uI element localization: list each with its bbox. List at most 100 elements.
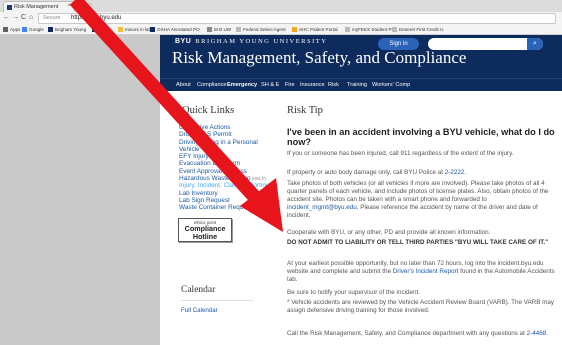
nav-item[interactable]: Training xyxy=(347,82,367,88)
tip-text: Take photos of both vehicles (or all veh… xyxy=(287,180,549,203)
url-field[interactable]: Secure https://risk.byu.edu xyxy=(38,13,556,24)
help-tag: (HELP) xyxy=(250,176,267,182)
bookmark-favicon-icon xyxy=(48,27,53,32)
bookmark-favicon-icon xyxy=(92,27,97,32)
police-phone-link[interactable]: 2-2222 xyxy=(445,169,465,176)
bookmark-favicon-icon xyxy=(3,27,8,32)
sidebar: Quick Links Corrective Actions Drone/UAS … xyxy=(160,35,290,345)
quick-link-label: Event Approval Process xyxy=(179,167,247,175)
quick-link[interactable]: EFY Injury xyxy=(179,153,289,160)
divider xyxy=(181,300,253,301)
tip-text: . xyxy=(464,169,467,176)
bookmark-favicon-icon xyxy=(118,27,123,32)
bookmark-label: SHC Patient Portal xyxy=(299,27,338,32)
bookmark-item[interactable]: Deseret First Credit U xyxy=(392,27,443,32)
drivers-incident-report-link[interactable]: Driver's Incident Report xyxy=(393,268,459,275)
home-icon[interactable]: ⌂ xyxy=(29,14,33,21)
magnifier-icon[interactable]: ⌕ xyxy=(527,38,543,50)
secure-label: Secure xyxy=(43,15,61,21)
quick-link[interactable]: Hazardous Waste Pickup (HELP) xyxy=(179,175,289,182)
tab-title: Risk Management xyxy=(14,4,59,10)
quick-link[interactable]: Injury, Incident, Claim Reporting xyxy=(179,182,289,189)
calendar-heading: Calendar xyxy=(181,285,216,295)
bookmark-item[interactable]: Brigham Young xyxy=(48,27,86,32)
byu-risk-site: BYU BRIGHAM YOUNG UNIVERSITY Sign in ⌕ Ri… xyxy=(160,35,562,345)
bookmark-item[interactable]: yteam xyxy=(92,27,112,32)
bookmark-item[interactable]: minors in labs xyxy=(118,27,153,32)
quick-link[interactable]: Waste Container Request xyxy=(179,204,289,211)
tip-warning: DO NOT ADMIT TO LIABILITY OR TELL THIRD … xyxy=(287,239,549,246)
bookmark-label: Google xyxy=(29,27,44,32)
incident-email-link[interactable]: incident_mgmt@byu.edu xyxy=(287,204,357,211)
bookmark-favicon-icon xyxy=(22,27,27,32)
bookmarks-bar: Apps Google Brigham Young yteam minors in la… xyxy=(0,25,562,35)
quick-links-heading: Quick Links xyxy=(182,105,235,116)
close-tab-icon[interactable]: × xyxy=(67,3,71,9)
quick-link-label: Drone/UAS Permit xyxy=(179,131,232,139)
tip-paragraph: If property or auto body damage only, ca… xyxy=(287,169,560,177)
new-tab-button[interactable] xyxy=(76,3,92,11)
full-calendar-link[interactable]: Full Calendar xyxy=(181,307,218,314)
quick-link[interactable]: Corrective Actions xyxy=(179,124,289,131)
nav-item[interactable]: Risk xyxy=(328,82,339,88)
tip-paragraph: At your earliest possible opportunity, b… xyxy=(287,260,560,284)
rmsc-phone-link[interactable]: 2-4468 xyxy=(527,330,547,337)
bookmark-item[interactable]: SHC Patient Portal xyxy=(292,27,338,32)
quick-link[interactable]: Evacuation Drill Form xyxy=(179,160,289,167)
bookmark-label: Federal Select Agent xyxy=(243,27,286,32)
bookmark-label: Apps xyxy=(10,27,21,32)
tip-paragraph: Be sure to notify your supervisor of the… xyxy=(287,289,421,296)
bookmark-item[interactable]: OSHA Annotated PO xyxy=(150,27,200,32)
bookmark-item[interactable]: Apps xyxy=(3,27,20,32)
tip-text: If property or auto body damage only, ca… xyxy=(287,169,445,176)
quick-link-label: Driving/Riding in a Personal xyxy=(179,138,258,146)
back-icon[interactable]: ← xyxy=(3,14,10,21)
bookmark-favicon-icon xyxy=(345,27,350,32)
browser-tab[interactable]: Risk Management × xyxy=(3,1,75,12)
quick-link-label: EFY Injury xyxy=(179,153,209,161)
quick-link[interactable]: Drone/UAS Permit xyxy=(179,131,289,138)
quick-link[interactable]: Lab Sign Request xyxy=(179,197,289,204)
url-text: https://risk.byu.edu xyxy=(71,15,122,21)
tip-paragraph: If you or someone has been injured, call… xyxy=(287,150,514,157)
tip-paragraph: Cooperate with BYU, or any other, PD and… xyxy=(287,229,491,236)
quick-link-label: Vehicle xyxy=(179,145,200,153)
bookmark-favicon-icon xyxy=(150,27,155,32)
bookmark-item[interactable]: myFEEX Student Po xyxy=(345,27,394,32)
bookmark-label: M B UW xyxy=(214,27,232,32)
quick-link-label: Lab Sign Request xyxy=(179,196,230,204)
quick-link[interactable]: Event Approval Process xyxy=(179,168,289,175)
risk-tip-heading: Risk Tip xyxy=(287,105,323,116)
nav-item[interactable]: Workers' Comp xyxy=(372,82,410,88)
quick-link[interactable]: Vehicle xyxy=(179,146,289,153)
bookmark-label: OSHA Annotated PO xyxy=(157,27,200,32)
tip-paragraph: * Vehicle accidents are reviewed by the … xyxy=(287,299,555,314)
bookmark-item[interactable]: Federal Select Agent xyxy=(236,27,286,32)
quick-link-label: Lab Inventory xyxy=(179,189,218,197)
quick-link[interactable]: Driving/Riding in a Personal xyxy=(179,139,289,146)
compliance-hotline-button[interactable]: ethics point Compliance Hotline xyxy=(178,218,232,242)
forward-icon[interactable]: → xyxy=(12,14,19,21)
nav-item[interactable]: Insurance xyxy=(300,82,325,88)
bookmark-label: myFEEX Student Po xyxy=(352,27,395,32)
quick-link-label: Hazardous Waste Pickup xyxy=(179,175,251,183)
bookmark-favicon-icon xyxy=(236,27,241,32)
quick-link-label: Waste Container Request xyxy=(179,204,252,212)
quick-link-label: Corrective Actions xyxy=(179,124,231,131)
quick-links-list: Corrective Actions Drone/UAS Permit Drivin… xyxy=(179,124,289,212)
bookmark-favicon-icon xyxy=(292,27,297,32)
reload-icon[interactable]: C xyxy=(21,14,26,21)
tip-text: . xyxy=(546,330,549,337)
byu-favicon-icon xyxy=(7,5,12,10)
hotline-line2: Hotline xyxy=(192,231,218,241)
bookmark-favicon-icon xyxy=(207,27,212,32)
tip-paragraph: Call the Risk Management, Safety, and Co… xyxy=(287,330,560,338)
quick-link[interactable]: Lab Inventory xyxy=(179,190,289,197)
quick-link-label: Injury, Incident, Claim Reporting xyxy=(179,182,270,190)
bookmark-item[interactable]: Google xyxy=(22,27,44,32)
quick-link-label: Evacuation Drill Form xyxy=(179,160,241,168)
tip-text: Call the Risk Management, Safety, and Co… xyxy=(287,330,527,337)
browser-tab-strip: Risk Management × xyxy=(0,0,562,12)
bookmark-label: yteam xyxy=(99,27,112,32)
bookmark-item[interactable]: M B UW xyxy=(207,27,231,32)
